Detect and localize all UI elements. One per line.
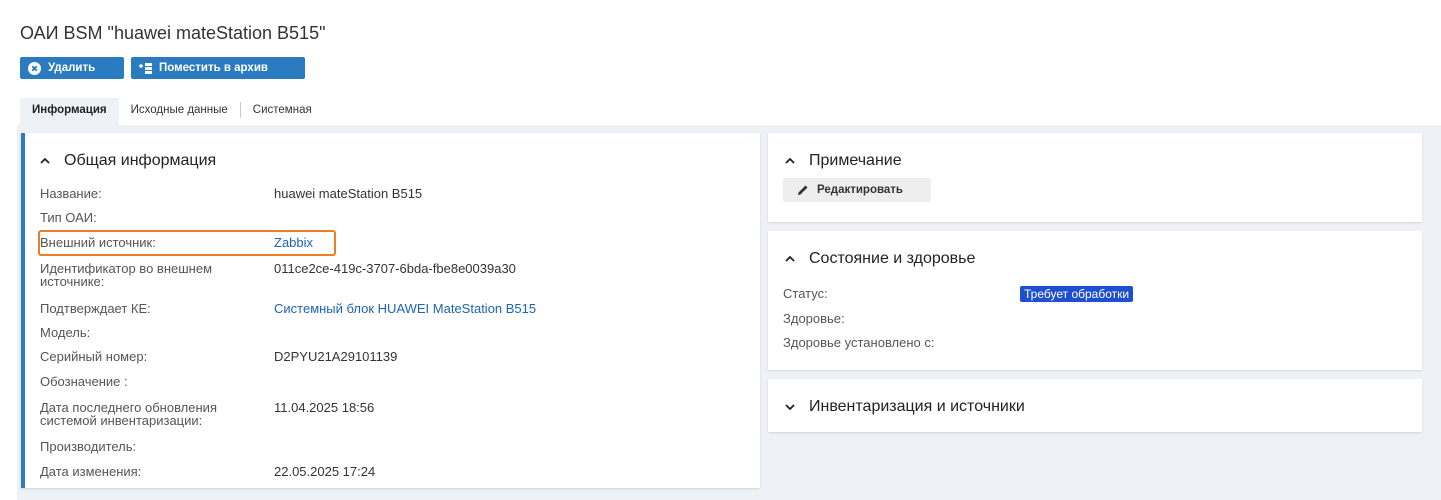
inventory-header[interactable]: Инвентаризация и источники xyxy=(784,398,1025,416)
field-model-label: Модель: xyxy=(40,325,91,340)
tab-system[interactable]: Системная xyxy=(241,98,324,125)
close-circle-icon xyxy=(28,61,41,75)
field-external-source-link[interactable]: Zabbix xyxy=(274,236,313,249)
chevron-up-icon xyxy=(39,155,51,167)
tab-information[interactable]: Информация xyxy=(20,98,119,125)
chevron-down-icon xyxy=(784,401,796,413)
field-confirms-ci-label: Подтверждает КЕ: xyxy=(40,301,151,316)
field-modified-value: 22.05.2025 17:24 xyxy=(274,464,376,479)
field-designation-label: Обозначение : xyxy=(40,374,128,389)
chevron-up-icon xyxy=(784,155,796,167)
field-last-update-label: Дата последнего обновления системой инве… xyxy=(40,400,217,428)
tab-bar: Информация Исходные данные Системная xyxy=(20,98,324,125)
general-info-header[interactable]: Общая информация xyxy=(39,152,216,170)
archive-add-icon xyxy=(139,62,152,75)
page-title: ОАИ BSM "huawei mateStation B515" xyxy=(20,23,326,43)
note-card: Примечание Редактировать xyxy=(768,133,1422,222)
status-badge: Требует обработки xyxy=(1020,286,1134,302)
inventory-title: Инвентаризация и источники xyxy=(809,398,1025,415)
inventory-card: Инвентаризация и источники xyxy=(768,379,1422,432)
field-type-label: Тип ОАИ: xyxy=(40,210,97,225)
delete-button-label: Удалить xyxy=(48,62,96,74)
note-header[interactable]: Примечание xyxy=(784,152,902,170)
edit-note-button-label: Редактировать xyxy=(817,184,903,196)
archive-button-label: Поместить в архив xyxy=(159,62,268,74)
state-health-header[interactable]: Состояние и здоровье xyxy=(784,250,975,268)
edit-note-button[interactable]: Редактировать xyxy=(783,178,931,202)
state-health-title: Состояние и здоровье xyxy=(809,250,976,267)
field-external-id-label: Идентификатор во внешнем источнике: xyxy=(40,261,213,289)
field-name-value: huawei mateStation B515 xyxy=(274,186,423,201)
general-info-card: Общая информация Название: huawei mateSt… xyxy=(21,133,760,488)
field-external-source-label: Внешний источник: xyxy=(40,235,156,250)
field-serial-value: D2PYU21A29101139 xyxy=(274,349,398,364)
archive-button[interactable]: Поместить в архив xyxy=(131,57,305,79)
field-name-label: Название: xyxy=(40,186,102,201)
note-title: Примечание xyxy=(809,152,902,169)
health-label: Здоровье: xyxy=(783,311,845,326)
pencil-icon xyxy=(797,184,809,196)
status-label: Статус: xyxy=(783,286,828,301)
health-since-label: Здоровье установлено с: xyxy=(783,335,935,350)
tab-source-data[interactable]: Исходные данные xyxy=(119,98,240,125)
field-manufacturer-label: Производитель: xyxy=(40,439,137,454)
field-modified-label: Дата изменения: xyxy=(40,464,142,479)
field-confirms-ci-link[interactable]: Системный блок HUAWEI MateStation B515 xyxy=(274,302,536,315)
state-health-card: Состояние и здоровье Статус: Требует обр… xyxy=(768,231,1422,370)
chevron-up-icon xyxy=(784,253,796,265)
delete-button[interactable]: Удалить xyxy=(20,57,124,79)
field-last-update-value: 11.04.2025 18:56 xyxy=(274,400,375,415)
general-info-title: Общая информация xyxy=(64,152,217,169)
field-external-id-value: 011ce2ce-419c-3707-6bda-fbe8e0039a30 xyxy=(274,261,516,276)
field-serial-label: Серийный номер: xyxy=(40,349,148,364)
content-area: Общая информация Название: huawei mateSt… xyxy=(17,125,1441,500)
